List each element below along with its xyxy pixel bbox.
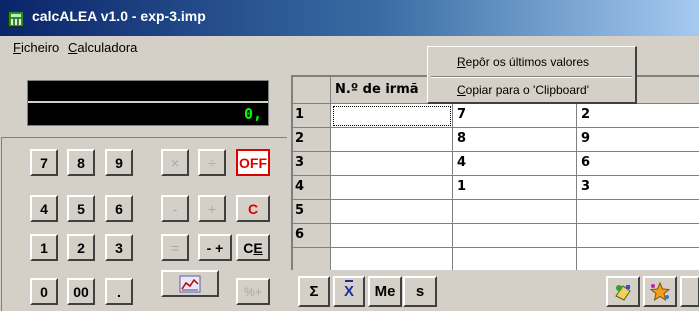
table-corner — [293, 77, 331, 104]
data-table: N.º de irmã urma E 1 7 2 2 8 9 3 4 6 4 1… — [291, 75, 699, 270]
context-menu-item-restore[interactable]: Repôr os últimos valores — [457, 55, 589, 69]
calculator-icon — [8, 11, 24, 27]
keypad: 7 8 9 × ÷ OFF 4 5 6 - + C 1 2 3 = - + CE… — [1, 137, 287, 311]
menu-ficheiro[interactable]: Ficheiro — [13, 40, 59, 55]
key-3[interactable]: 3 — [105, 234, 133, 261]
minus-button[interactable]: - — [161, 195, 189, 222]
divide-button[interactable]: ÷ — [198, 149, 226, 176]
stats-toolbar: Σ X Me s — [291, 271, 699, 311]
key-2[interactable]: 2 — [67, 234, 95, 261]
row-header — [293, 248, 331, 270]
multiply-button[interactable]: × — [161, 149, 189, 176]
menu-calculadora[interactable]: Calculadora — [68, 40, 137, 55]
table-cell[interactable]: 3 — [577, 176, 699, 200]
key-9[interactable]: 9 — [105, 149, 133, 176]
table-cell — [331, 248, 453, 270]
median-button[interactable]: Me — [368, 276, 402, 307]
table-cell — [577, 248, 699, 270]
key-00[interactable]: 00 — [67, 278, 95, 305]
table-cell[interactable] — [453, 200, 577, 224]
star-button[interactable] — [643, 276, 677, 307]
table-cell[interactable]: 1 — [453, 176, 577, 200]
clear-button[interactable]: C — [236, 195, 270, 222]
stdev-button[interactable]: s — [403, 276, 437, 307]
table-cell[interactable] — [331, 104, 453, 128]
calculator-display: 0, — [27, 80, 269, 126]
toolbar-button-partial[interactable] — [680, 276, 699, 307]
decimal-button[interactable]: . — [105, 278, 133, 305]
row-header[interactable]: 5 — [293, 200, 331, 224]
display-value: 0, — [243, 105, 262, 123]
context-menu-separator — [431, 76, 632, 78]
row-header[interactable]: 1 — [293, 104, 331, 128]
table-cell[interactable] — [331, 128, 453, 152]
off-button[interactable]: OFF — [236, 149, 270, 176]
key-0[interactable]: 0 — [30, 278, 58, 305]
row-header[interactable]: 4 — [293, 176, 331, 200]
context-menu: Repôr os últimos valores Copiar para o '… — [427, 46, 637, 104]
clear-entry-button[interactable]: CE — [236, 234, 270, 261]
paint-icon — [615, 284, 631, 301]
overline-mark — [344, 280, 353, 282]
percent-button[interactable]: %+ — [236, 278, 270, 305]
table-cell[interactable]: 9 — [577, 128, 699, 152]
title-bar: calcALEA v1.0 - exp-3.imp — [0, 0, 699, 36]
paint-button[interactable] — [606, 276, 640, 307]
key-7[interactable]: 7 — [30, 149, 58, 176]
key-5[interactable]: 5 — [67, 195, 95, 222]
table-cell[interactable] — [453, 224, 577, 248]
table-cell[interactable]: 2 — [577, 104, 699, 128]
key-1[interactable]: 1 — [30, 234, 58, 261]
key-8[interactable]: 8 — [67, 149, 95, 176]
table-cell[interactable] — [331, 176, 453, 200]
table-cell[interactable] — [331, 152, 453, 176]
table-cell — [453, 248, 577, 270]
row-header[interactable]: 3 — [293, 152, 331, 176]
table-cell[interactable] — [331, 200, 453, 224]
table-cell[interactable]: 7 — [453, 104, 577, 128]
star-icon — [649, 281, 671, 301]
table-cell[interactable] — [577, 224, 699, 248]
table-cell[interactable]: 8 — [453, 128, 577, 152]
mean-button[interactable]: X — [333, 276, 365, 307]
equals-button[interactable]: = — [161, 234, 189, 261]
sum-button[interactable]: Σ — [298, 276, 330, 307]
context-menu-item-copy[interactable]: Copiar para o 'Clipboard' — [457, 83, 589, 97]
row-header[interactable]: 6 — [293, 224, 331, 248]
app-window: calcALEA v1.0 - exp-3.imp Ficheiro Calcu… — [0, 0, 699, 311]
window-title: calcALEA v1.0 - exp-3.imp — [32, 8, 206, 24]
key-4[interactable]: 4 — [30, 195, 58, 222]
table-cell[interactable] — [331, 224, 453, 248]
negate-button[interactable]: - + — [198, 234, 232, 261]
table-cell[interactable] — [577, 200, 699, 224]
plus-button[interactable]: + — [198, 195, 226, 222]
chart-icon — [179, 275, 201, 292]
table-cell[interactable]: 4 — [453, 152, 577, 176]
row-header[interactable]: 2 — [293, 128, 331, 152]
key-6[interactable]: 6 — [105, 195, 133, 222]
chart-button[interactable] — [161, 270, 219, 297]
table-cell[interactable]: 6 — [577, 152, 699, 176]
display-separator — [28, 101, 268, 103]
